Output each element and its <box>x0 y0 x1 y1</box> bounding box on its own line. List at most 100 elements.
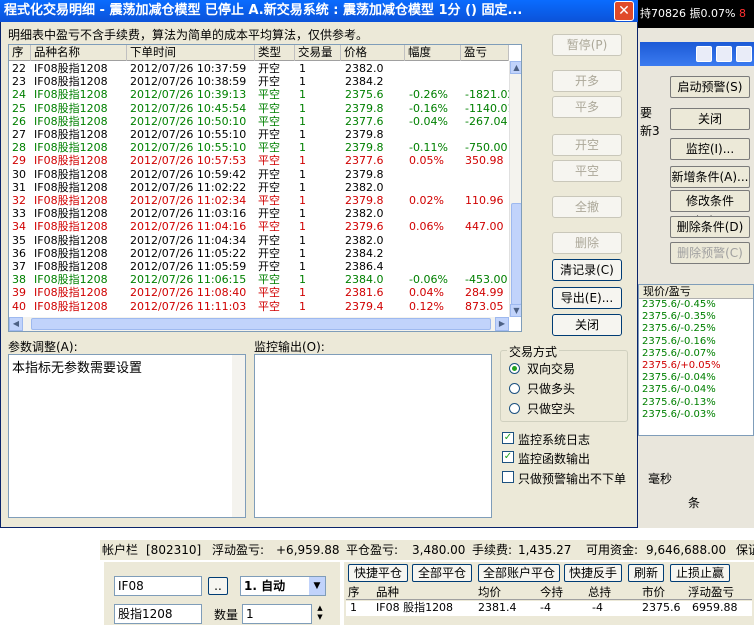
stop-loss-button[interactable]: 止损止赢 <box>670 564 730 582</box>
col-header[interactable]: 序 <box>9 45 31 61</box>
add-condition-button[interactable]: 新增条件(A)... <box>670 166 750 188</box>
close-all-button[interactable]: 全部平仓 <box>412 564 472 582</box>
trade-table[interactable]: 序 品种名称 下单时间 类型 交易量 价格 幅度 盈亏 22 IF08股指1208… <box>8 44 522 332</box>
checkbox-label[interactable]: 只做预警输出不下单 <box>518 470 626 487</box>
list-item[interactable]: 2375.6/-0.25% <box>639 323 753 335</box>
checkbox-label[interactable]: 监控系统日志 <box>518 431 590 448</box>
start-alert-button[interactable]: 启动预警(S) <box>670 76 750 98</box>
table-row[interactable]: 25 IF08股指1208 2012/07/26 10:45:54 平空 1 2379.8… <box>9 102 514 115</box>
scroll-down-icon[interactable]: ▼ <box>510 304 521 317</box>
delete-alert-button[interactable]: 删除预警(C) <box>670 242 750 264</box>
table-row[interactable]: 26 IF08股指1208 2012/07/26 10:50:10 平空 1 2377.6… <box>9 115 509 128</box>
col-header[interactable]: 品种 <box>376 585 399 599</box>
export-button[interactable]: 导出(E)... <box>552 287 622 309</box>
checkbox-system-log[interactable]: ✓ <box>502 432 514 444</box>
table-row[interactable]: 38 IF08股指1208 2012/07/26 11:06:15 平空 1 2384.0… <box>9 274 509 286</box>
col-header[interactable]: 今持 <box>540 585 563 599</box>
col-header[interactable]: 总持 <box>588 585 611 599</box>
alert-list[interactable]: 现价/盈亏 2375.6/-0.45% 2375.6/-0.35% 2375.6/-… <box>638 284 754 436</box>
radio-label[interactable]: 双向交易 <box>527 360 575 377</box>
col-header[interactable]: 品种名称 <box>31 45 127 61</box>
table-row[interactable]: 29 IF08股指1208 2012/07/26 10:57:53 平空 1 2377.6… <box>9 155 509 167</box>
cancel-all-button[interactable]: 全撤 <box>552 196 622 218</box>
table-row[interactable]: 37 IF08股指1208 2012/07/26 11:05:59 开空 1 2386.4 <box>9 261 509 273</box>
col-header[interactable]: 盈亏 <box>461 45 509 61</box>
radio-long-only[interactable] <box>509 383 520 394</box>
scroll-up-icon[interactable]: ▲ <box>510 61 521 74</box>
scroll-thumb[interactable] <box>31 318 491 330</box>
table-row[interactable]: 31 IF08股指1208 2012/07/26 11:02:22 开空 1 2382.0 <box>9 181 509 194</box>
quick-reverse-button[interactable]: 快捷反手 <box>564 564 622 582</box>
table-row[interactable]: 40 IF08股指1208 2012/07/26 11:11:03 平空 1 2379.4… <box>9 300 509 313</box>
table-row[interactable]: 1 IF08 股指1208 2381.4 -4 -4 2375.6 6959.8… <box>346 601 752 616</box>
vertical-scrollbar[interactable] <box>232 355 245 517</box>
col-header[interactable]: 下单时间 <box>127 45 255 61</box>
scroll-right-icon[interactable]: ▶ <box>495 317 509 331</box>
list-item[interactable]: 2375.6/-0.04% <box>639 372 753 384</box>
close-icon[interactable]: ✕ <box>614 1 634 21</box>
table-row[interactable]: 28 IF08股指1208 2012/07/26 10:55:10 平空 1 2379.8… <box>9 142 509 154</box>
col-header[interactable]: 交易量 <box>295 45 341 61</box>
table-row[interactable]: 39 IF08股指1208 2012/07/26 11:08:40 平空 1 2381.6… <box>9 287 509 299</box>
close-button[interactable]: 关闭 <box>552 314 622 336</box>
chevron-down-icon[interactable]: ▼ <box>309 577 325 595</box>
radio-label[interactable]: 只做空头 <box>527 400 575 417</box>
close-all-accounts-button[interactable]: 全部账户平仓 <box>478 564 560 582</box>
list-item[interactable]: 2375.6/-0.07% <box>639 348 753 360</box>
col-header[interactable]: 序 <box>348 585 360 599</box>
qty-stepper[interactable]: ▲ ▼ <box>314 604 326 624</box>
list-item[interactable]: 2375.6/-0.13% <box>639 397 753 409</box>
col-header[interactable]: 类型 <box>255 45 295 61</box>
table-row[interactable]: 30 IF08股指1208 2012/07/26 10:59:42 开空 1 2379.8 <box>9 168 509 181</box>
horizontal-scrollbar[interactable]: ◀ ▶ <box>9 317 509 331</box>
edit-condition-button[interactable]: 修改条件(M)... <box>670 190 750 228</box>
refresh-button[interactable]: 刷新 <box>628 564 664 582</box>
delete-button[interactable]: 删除 <box>552 232 622 254</box>
table-row[interactable]: 36 IF08股指1208 2012/07/26 11:05:22 开空 1 2384.2 <box>9 247 509 260</box>
quick-close-button[interactable]: 快捷平仓 <box>348 564 408 582</box>
checkbox-function-output[interactable]: ✓ <box>502 451 514 463</box>
list-item[interactable]: 2375.6/-0.16% <box>639 336 753 348</box>
monitor-output-box[interactable] <box>254 354 492 518</box>
open-short-button[interactable]: 开空 <box>552 134 622 156</box>
delete-condition-button[interactable]: 删除条件(D) <box>670 216 750 238</box>
checkbox-alert-only[interactable] <box>502 471 514 483</box>
pause-button[interactable]: 暂停(P) <box>552 34 622 56</box>
mode-select[interactable]: 1. 自动 ▼ <box>240 576 326 596</box>
close-button[interactable]: 关闭 <box>670 108 750 130</box>
browse-button[interactable]: .. <box>208 577 228 595</box>
close-long-button[interactable]: 平多 <box>552 96 622 118</box>
list-item[interactable]: 2375.6/-0.04% <box>639 384 753 396</box>
minimize-icon[interactable] <box>696 46 712 62</box>
radio-label[interactable]: 只做多头 <box>527 380 575 397</box>
table-row[interactable]: 27 IF08股指1208 2012/07/26 10:55:10 开空 1 2379.8 <box>9 129 509 141</box>
checkbox-label[interactable]: 监控函数输出 <box>518 450 590 467</box>
list-item[interactable]: 2375.6/-0.35% <box>639 311 753 323</box>
scroll-thumb[interactable] <box>511 203 521 305</box>
col-header[interactable]: 市价 <box>642 585 665 599</box>
code-input[interactable]: IF08 <box>114 576 202 596</box>
table-row[interactable]: 22 IF08股指1208 2012/07/26 10:37:59 开空 1 2382.0 <box>9 63 509 75</box>
list-item[interactable]: 2375.6/-0.45% <box>639 299 753 311</box>
table-row[interactable]: 33 IF08股指1208 2012/07/26 11:03:16 开空 1 2382.0 <box>9 208 509 220</box>
radio-both[interactable] <box>509 363 520 374</box>
table-row[interactable]: 23 IF08股指1208 2012/07/26 10:38:59 开空 1 2384.2 <box>9 76 509 88</box>
col-header[interactable]: 幅度 <box>405 45 461 61</box>
col-header[interactable]: 均价 <box>478 585 501 599</box>
monitor-button[interactable]: 监控(I)... <box>670 138 750 160</box>
open-long-button[interactable]: 开多 <box>552 70 622 92</box>
col-header[interactable]: 浮动盈亏 <box>688 585 734 599</box>
close-short-button[interactable]: 平空 <box>552 160 622 182</box>
radio-short-only[interactable] <box>509 403 520 414</box>
table-row[interactable]: 32 IF08股指1208 2012/07/26 11:02:34 平空 1 2379.8… <box>9 195 509 207</box>
clear-records-button[interactable]: 清记录(C) <box>552 259 622 281</box>
table-row[interactable]: 34 IF08股指1208 2012/07/26 11:04:16 平空 1 2379.6… <box>9 221 509 233</box>
qty-input[interactable]: 1 <box>242 604 312 624</box>
maximize-icon[interactable] <box>716 46 732 62</box>
list-item[interactable]: 2375.6/+0.05% <box>639 360 753 372</box>
close-icon[interactable] <box>736 46 752 62</box>
vertical-scrollbar[interactable]: ▲ ▼ <box>509 61 521 317</box>
scroll-left-icon[interactable]: ◀ <box>9 317 23 331</box>
table-row[interactable]: 24 IF08股指1208 2012/07/26 10:39:13 平空 1 2375.6… <box>9 89 514 101</box>
list-item[interactable]: 2375.6/-0.03% <box>639 409 753 421</box>
